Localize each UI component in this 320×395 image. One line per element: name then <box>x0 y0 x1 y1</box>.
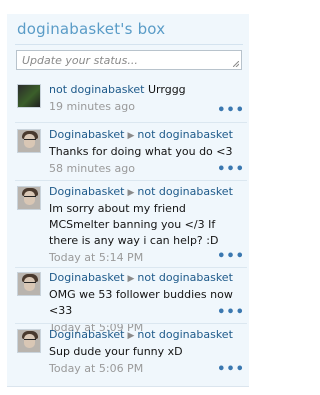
list-item: not doginabasket Urrggg 19 minutes ago •… <box>15 82 247 118</box>
post-author-link[interactable]: Doginabasket <box>49 328 124 341</box>
box-title: doginabasket's box <box>17 20 166 38</box>
profile-post-box: doginabasket's box Update your status...… <box>7 14 249 387</box>
divider <box>15 122 247 123</box>
divider <box>15 267 247 268</box>
post-author-link[interactable]: not doginabasket <box>49 83 145 96</box>
resize-grip-icon[interactable] <box>233 61 239 67</box>
list-item: Doginabasket ▶ not doginabasket Sup dude y… <box>15 327 247 377</box>
status-input[interactable]: Update your status... <box>16 50 242 70</box>
list-item: Doginabasket ▶ not doginabasket OMG we 53 … <box>15 270 247 334</box>
post-text: Thanks for doing what you do <3 <box>49 145 233 158</box>
list-item: Doginabasket ▶ not doginabasket Thanks for… <box>15 127 247 177</box>
post-recipient-link[interactable]: not doginabasket <box>137 328 233 341</box>
divider <box>15 180 247 181</box>
avatar[interactable] <box>17 272 41 296</box>
avatar[interactable] <box>17 129 41 153</box>
post-author-link[interactable]: Doginabasket <box>49 128 124 141</box>
arrow-right-icon: ▶ <box>127 331 135 341</box>
divider <box>15 323 247 324</box>
title-divider <box>15 44 243 45</box>
post-author-link[interactable]: Doginabasket <box>49 271 124 284</box>
more-options-icon[interactable]: ••• <box>217 363 245 376</box>
arrow-right-icon: ▶ <box>127 274 135 284</box>
post-author-link[interactable]: Doginabasket <box>49 185 124 198</box>
avatar[interactable] <box>17 329 41 353</box>
more-options-icon[interactable]: ••• <box>217 306 245 319</box>
more-options-icon[interactable]: ••• <box>217 163 245 176</box>
post-recipient-link[interactable]: not doginabasket <box>137 185 233 198</box>
more-options-icon[interactable]: ••• <box>217 250 245 263</box>
post-text: Sup dude your funny xD <box>49 345 183 358</box>
more-options-icon[interactable]: ••• <box>217 104 245 117</box>
arrow-right-icon: ▶ <box>127 188 135 198</box>
avatar[interactable] <box>17 186 41 210</box>
post-text: Im sorry about my friend MCSmelter banni… <box>49 202 219 247</box>
post-text: Urrggg <box>148 83 186 96</box>
status-placeholder: Update your status... <box>22 54 138 67</box>
post-recipient-link[interactable]: not doginabasket <box>137 271 233 284</box>
post-recipient-link[interactable]: not doginabasket <box>137 128 233 141</box>
list-item: Doginabasket ▶ not doginabasket Im sorry a… <box>15 184 247 264</box>
arrow-right-icon: ▶ <box>127 131 135 141</box>
avatar[interactable] <box>17 84 41 108</box>
